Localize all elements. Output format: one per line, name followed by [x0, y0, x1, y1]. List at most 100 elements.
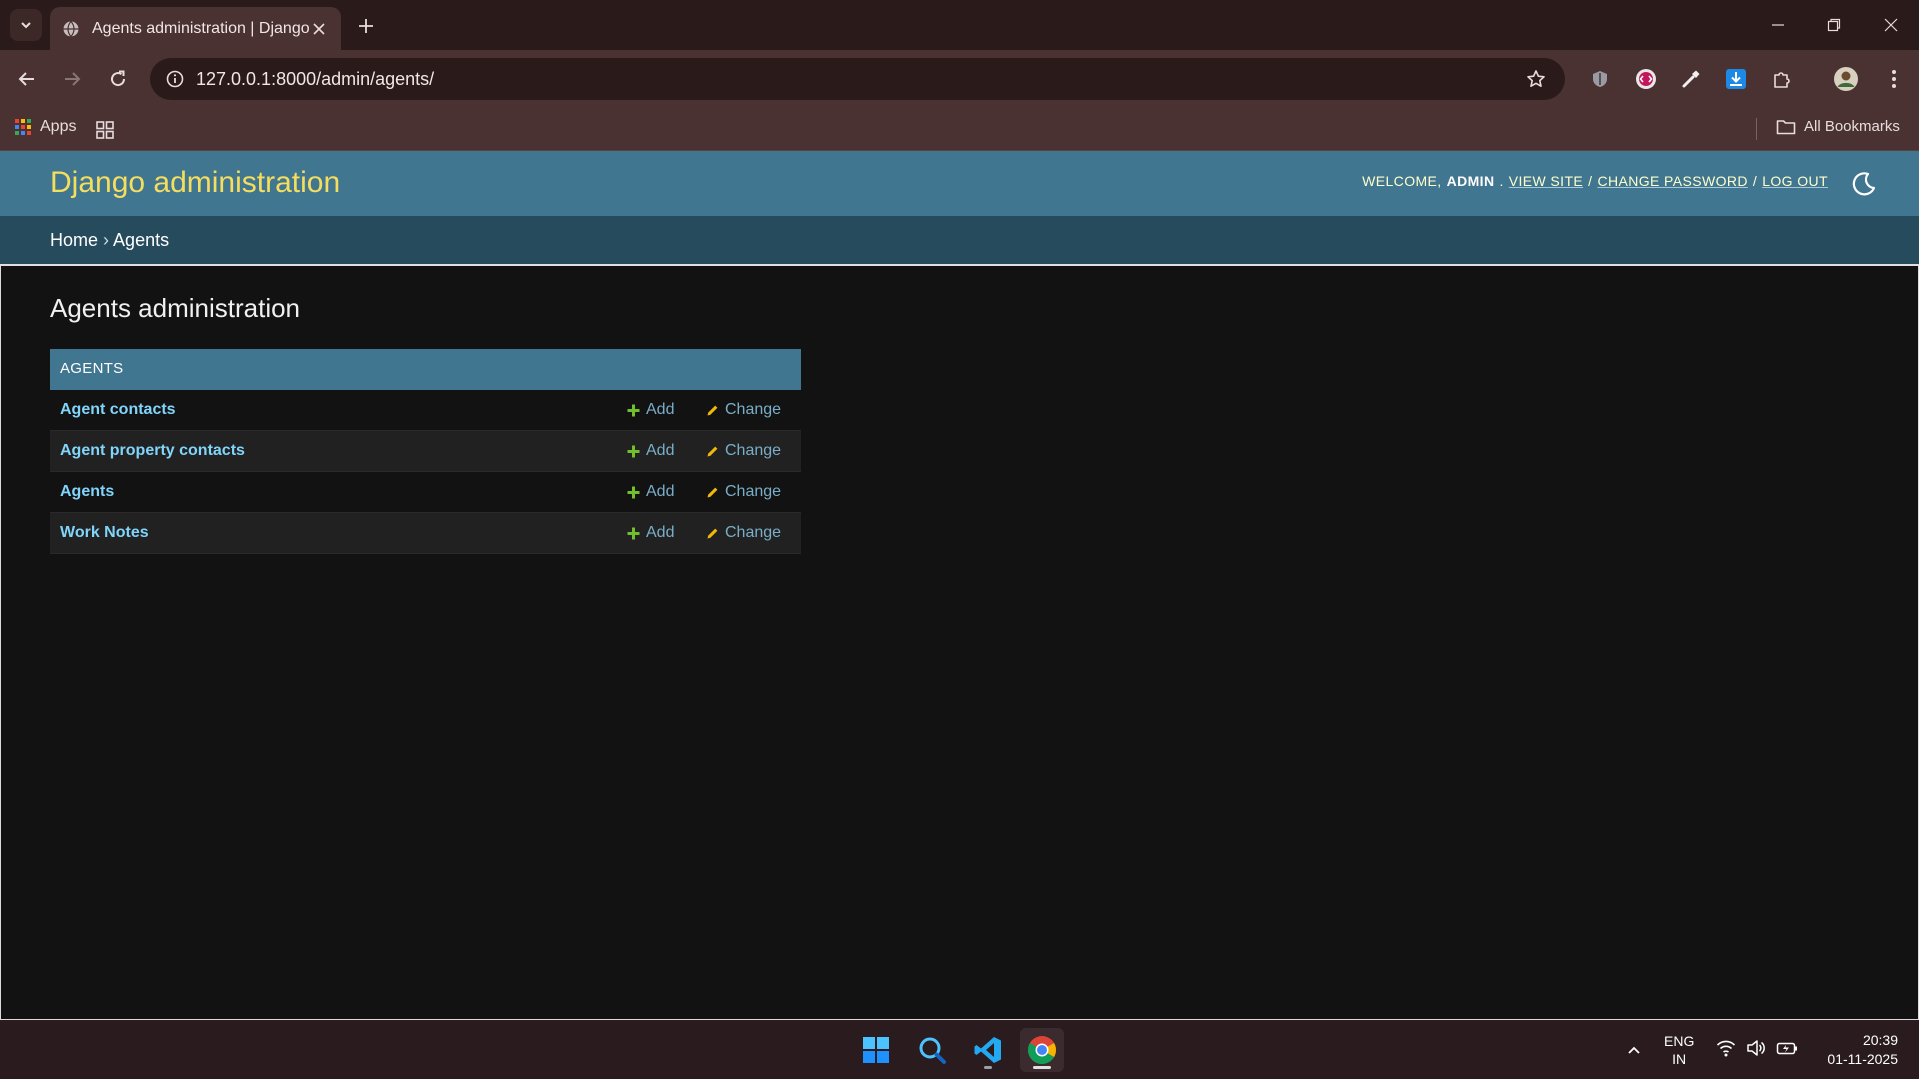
clock-date: 01-11-2025	[1827, 1051, 1898, 1067]
bookmark-star-icon[interactable]	[1521, 64, 1551, 94]
tab-close-button[interactable]	[309, 19, 329, 39]
show-hidden-icons-button[interactable]	[1620, 1036, 1648, 1064]
model-link[interactable]: Agent property contacts	[60, 442, 791, 460]
active-indicator	[1033, 1066, 1051, 1069]
theme-toggle-button[interactable]	[1849, 169, 1879, 199]
address-bar[interactable]: 127.0.0.1:8000/admin/agents/	[150, 58, 1565, 100]
devtools-extension-icon[interactable]	[1631, 64, 1661, 94]
extensions-puzzle-icon[interactable]	[1767, 64, 1797, 94]
page-title: Agents administration	[50, 293, 301, 323]
vscode-taskbar-app[interactable]	[966, 1028, 1010, 1072]
model-link[interactable]: Agent contacts	[60, 401, 791, 419]
change-link[interactable]: Change	[706, 401, 781, 419]
tab-groups-icon[interactable]	[94, 119, 116, 141]
add-label: Add	[646, 483, 675, 500]
all-bookmarks-button[interactable]: All Bookmarks	[1776, 118, 1900, 135]
language-indicator[interactable]: ENG IN	[1664, 1032, 1694, 1068]
globe-icon	[62, 20, 80, 38]
folder-icon	[1776, 119, 1796, 134]
reload-button[interactable]	[103, 64, 133, 94]
breadcrumb-home-link[interactable]: Home	[50, 230, 98, 250]
clock-time: 20:39	[1862, 1032, 1898, 1048]
add-label: Add	[646, 524, 675, 541]
bookmarks-separator	[1756, 118, 1757, 140]
browser-toolbar: 127.0.0.1:8000/admin/agents/	[0, 50, 1919, 108]
system-clock[interactable]: 20:39 01-11-2025	[1818, 1031, 1898, 1069]
change-label: Change	[725, 483, 782, 500]
change-link[interactable]: Change	[706, 524, 781, 542]
add-label: Add	[646, 401, 675, 418]
app-module-agents: Agents Agent contacts Add Change Agent p…	[50, 349, 801, 554]
change-link[interactable]: Change	[706, 442, 781, 460]
system-tray[interactable]	[1716, 1038, 1798, 1058]
arrow-right-icon	[65, 72, 81, 86]
browser-tab[interactable]: Agents administration | Django site admi…	[50, 7, 341, 50]
kebab-menu-icon	[1892, 70, 1896, 88]
log-out-link[interactable]: Log out	[1762, 173, 1828, 189]
tab-title: Agents administration | Django site admi…	[92, 19, 309, 37]
download-extension-icon[interactable]	[1721, 64, 1751, 94]
color-picker-extension-icon[interactable]	[1676, 64, 1706, 94]
plus-icon	[359, 19, 373, 33]
chrome-taskbar-app[interactable]	[1020, 1028, 1064, 1072]
model-row: Agents Add Change	[50, 472, 801, 513]
model-link[interactable]: Work Notes	[60, 524, 791, 542]
module-caption[interactable]: Agents	[50, 349, 801, 390]
chrome-icon	[1028, 1036, 1056, 1064]
usertools-separator: /	[1752, 173, 1758, 189]
add-link[interactable]: Add	[627, 524, 674, 542]
add-link[interactable]: Add	[627, 401, 674, 419]
profile-avatar[interactable]	[1831, 64, 1861, 94]
breadcrumb-current: Agents	[113, 230, 170, 250]
minimize-icon	[1772, 24, 1784, 26]
vscode-icon	[974, 1037, 1001, 1063]
change-password-link[interactable]: Change password	[1597, 173, 1747, 189]
chevron-down-icon	[21, 22, 31, 29]
minimize-button[interactable]	[1758, 10, 1798, 40]
all-bookmarks-label: All Bookmarks	[1804, 118, 1900, 135]
reload-icon	[111, 70, 126, 87]
model-link[interactable]: Agents	[60, 483, 791, 501]
start-button[interactable]	[854, 1028, 898, 1072]
forward-button[interactable]	[57, 64, 87, 94]
tab-search-button[interactable]	[10, 9, 42, 41]
moon-icon	[1852, 172, 1876, 196]
volume-icon	[1747, 1040, 1765, 1056]
change-label: Change	[725, 401, 782, 418]
username: admin	[1446, 173, 1495, 189]
view-site-link[interactable]: View site	[1509, 173, 1583, 189]
bookmark-apps[interactable]: Apps	[14, 118, 76, 136]
close-icon	[313, 22, 325, 35]
apps-label: Apps	[40, 118, 77, 135]
back-button[interactable]	[12, 64, 42, 94]
url-text[interactable]: 127.0.0.1:8000/admin/agents/	[196, 69, 1521, 90]
taskbar: ENG IN 20:39 01-11-2025	[0, 1020, 1919, 1079]
browser-menu-button[interactable]	[1879, 64, 1909, 94]
model-row: Agent property contacts Add Change	[50, 431, 801, 472]
add-link[interactable]: Add	[627, 442, 674, 460]
arrow-left-icon	[18, 72, 34, 86]
restore-button[interactable]	[1814, 10, 1854, 40]
site-info-icon[interactable]	[160, 64, 190, 94]
admin-header: Django administration Welcome, admin. Vi…	[0, 151, 1919, 216]
change-label: Change	[725, 524, 782, 541]
site-branding[interactable]: Django administration	[50, 166, 340, 200]
search-icon	[919, 1037, 946, 1064]
running-indicator	[984, 1066, 992, 1069]
pencil-icon	[707, 528, 718, 538]
welcome-text: Welcome,	[1362, 173, 1442, 189]
add-icon	[627, 486, 640, 498]
battery-icon	[1776, 1042, 1797, 1055]
add-link[interactable]: Add	[627, 483, 674, 501]
apps-grid-icon	[15, 119, 31, 135]
change-link[interactable]: Change	[706, 483, 781, 501]
bookmarks-bar: Apps All Bookmarks	[0, 108, 1919, 151]
pencil-icon	[707, 446, 718, 456]
pencil-icon	[707, 405, 718, 415]
close-window-button[interactable]	[1871, 10, 1911, 40]
new-tab-button[interactable]	[352, 12, 380, 40]
language-code: ENG	[1664, 1033, 1695, 1049]
shield-extension-icon[interactable]	[1585, 64, 1615, 94]
main-content: Agents administration Agents Agent conta…	[0, 264, 1919, 1020]
taskbar-search-button[interactable]	[910, 1028, 954, 1072]
